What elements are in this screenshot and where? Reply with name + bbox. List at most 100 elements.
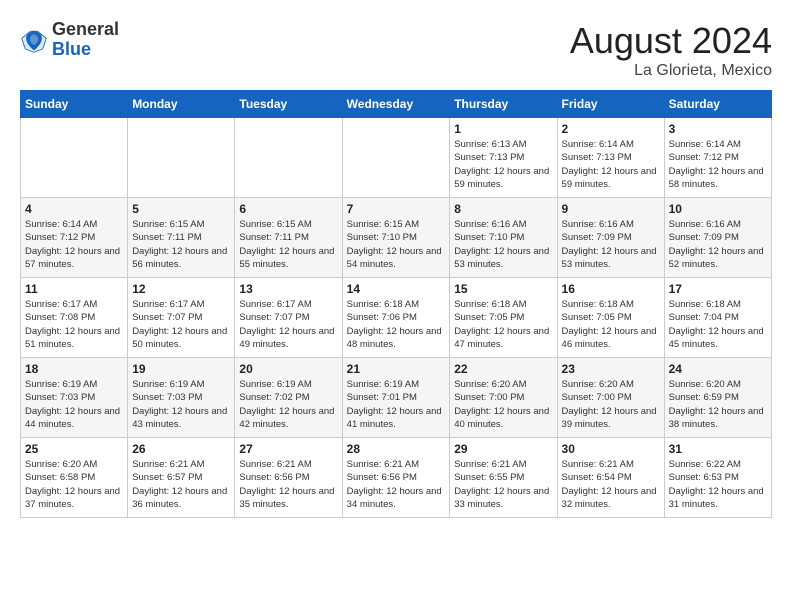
- day-info-5: Sunrise: 6:15 AMSunset: 7:11 PMDaylight:…: [132, 218, 230, 271]
- day-number-13: 13: [239, 282, 337, 296]
- weekday-header-friday: Friday: [557, 91, 664, 118]
- day-number-27: 27: [239, 442, 337, 456]
- day-number-26: 26: [132, 442, 230, 456]
- day-cell-30: 30 Sunrise: 6:21 AMSunset: 6:54 PMDayligh…: [557, 438, 664, 518]
- day-info-30: Sunrise: 6:21 AMSunset: 6:54 PMDaylight:…: [562, 458, 660, 511]
- day-info-25: Sunrise: 6:20 AMSunset: 6:58 PMDaylight:…: [25, 458, 123, 511]
- day-info-1: Sunrise: 6:13 AMSunset: 7:13 PMDaylight:…: [454, 138, 552, 191]
- day-info-2: Sunrise: 6:14 AMSunset: 7:13 PMDaylight:…: [562, 138, 660, 191]
- day-number-4: 4: [25, 202, 123, 216]
- day-number-29: 29: [454, 442, 552, 456]
- weekday-header-tuesday: Tuesday: [235, 91, 342, 118]
- day-cell-2: 2 Sunrise: 6:14 AMSunset: 7:13 PMDaylight…: [557, 118, 664, 198]
- day-info-31: Sunrise: 6:22 AMSunset: 6:53 PMDaylight:…: [669, 458, 767, 511]
- logo-general: General: [52, 19, 119, 39]
- empty-cell: [21, 118, 128, 198]
- day-info-20: Sunrise: 6:19 AMSunset: 7:02 PMDaylight:…: [239, 378, 337, 431]
- day-cell-23: 23 Sunrise: 6:20 AMSunset: 7:00 PMDayligh…: [557, 358, 664, 438]
- month-year-title: August 2024: [570, 20, 772, 62]
- day-info-24: Sunrise: 6:20 AMSunset: 6:59 PMDaylight:…: [669, 378, 767, 431]
- day-number-25: 25: [25, 442, 123, 456]
- week-row-5: 25 Sunrise: 6:20 AMSunset: 6:58 PMDayligh…: [21, 438, 772, 518]
- day-number-20: 20: [239, 362, 337, 376]
- day-cell-8: 8 Sunrise: 6:16 AMSunset: 7:10 PMDaylight…: [450, 198, 557, 278]
- day-cell-16: 16 Sunrise: 6:18 AMSunset: 7:05 PMDayligh…: [557, 278, 664, 358]
- day-cell-19: 19Sunrise: 6:19 AMSunset: 7:03 PMDayligh…: [128, 358, 235, 438]
- day-info-6: Sunrise: 6:15 AMSunset: 7:11 PMDaylight:…: [239, 218, 337, 271]
- day-cell-22: 22Sunrise: 6:20 AMSunset: 7:00 PMDayligh…: [450, 358, 557, 438]
- day-info-10: Sunrise: 6:16 AMSunset: 7:09 PMDaylight:…: [669, 218, 767, 271]
- location-subtitle: La Glorieta, Mexico: [570, 62, 772, 80]
- day-number-15: 15: [454, 282, 552, 296]
- day-cell-11: 11 Sunrise: 6:17 AMSunset: 7:08 PMDayligh…: [21, 278, 128, 358]
- day-info-12: Sunrise: 6:17 AMSunset: 7:07 PMDaylight:…: [132, 298, 230, 351]
- week-row-1: 1Sunrise: 6:13 AMSunset: 7:13 PMDaylight…: [21, 118, 772, 198]
- day-info-7: Sunrise: 6:15 AMSunset: 7:10 PMDaylight:…: [347, 218, 446, 271]
- day-info-23: Sunrise: 6:20 AMSunset: 7:00 PMDaylight:…: [562, 378, 660, 431]
- day-info-4: Sunrise: 6:14 AMSunset: 7:12 PMDaylight:…: [25, 218, 123, 271]
- day-cell-29: 29Sunrise: 6:21 AMSunset: 6:55 PMDayligh…: [450, 438, 557, 518]
- day-info-13: Sunrise: 6:17 AMSunset: 7:07 PMDaylight:…: [239, 298, 337, 351]
- day-number-2: 2: [562, 122, 660, 136]
- day-cell-5: 5 Sunrise: 6:15 AMSunset: 7:11 PMDaylight…: [128, 198, 235, 278]
- week-row-3: 11 Sunrise: 6:17 AMSunset: 7:08 PMDayligh…: [21, 278, 772, 358]
- day-cell-20: 20 Sunrise: 6:19 AMSunset: 7:02 PMDayligh…: [235, 358, 342, 438]
- day-info-8: Sunrise: 6:16 AMSunset: 7:10 PMDaylight:…: [454, 218, 552, 271]
- calendar-table: SundayMondayTuesdayWednesdayThursdayFrid…: [20, 90, 772, 518]
- day-cell-1: 1Sunrise: 6:13 AMSunset: 7:13 PMDaylight…: [450, 118, 557, 198]
- day-cell-15: 15 Sunrise: 6:18 AMSunset: 7:05 PMDayligh…: [450, 278, 557, 358]
- day-info-26: Sunrise: 6:21 AMSunset: 6:57 PMDaylight:…: [132, 458, 230, 511]
- day-cell-28: 28 Sunrise: 6:21 AMSunset: 6:56 PMDayligh…: [342, 438, 450, 518]
- day-cell-12: 12 Sunrise: 6:17 AMSunset: 7:07 PMDayligh…: [128, 278, 235, 358]
- day-info-17: Sunrise: 6:18 AMSunset: 7:04 PMDaylight:…: [669, 298, 767, 351]
- day-cell-13: 13 Sunrise: 6:17 AMSunset: 7:07 PMDayligh…: [235, 278, 342, 358]
- weekday-header-monday: Monday: [128, 91, 235, 118]
- day-number-10: 10: [669, 202, 767, 216]
- day-number-6: 6: [239, 202, 337, 216]
- day-cell-7: 7 Sunrise: 6:15 AMSunset: 7:10 PMDaylight…: [342, 198, 450, 278]
- day-number-23: 23: [562, 362, 660, 376]
- page-header: General Blue August 2024 La Glorieta, Me…: [20, 20, 772, 80]
- logo-blue-text: Blue: [52, 39, 91, 59]
- day-cell-31: 31 Sunrise: 6:22 AMSunset: 6:53 PMDayligh…: [664, 438, 771, 518]
- day-number-18: 18: [25, 362, 123, 376]
- day-cell-3: 3 Sunrise: 6:14 AMSunset: 7:12 PMDaylight…: [664, 118, 771, 198]
- day-cell-4: 4 Sunrise: 6:14 AMSunset: 7:12 PMDaylight…: [21, 198, 128, 278]
- day-number-7: 7: [347, 202, 446, 216]
- day-number-31: 31: [669, 442, 767, 456]
- day-info-18: Sunrise: 6:19 AMSunset: 7:03 PMDaylight:…: [25, 378, 123, 431]
- day-number-3: 3: [669, 122, 767, 136]
- day-info-27: Sunrise: 6:21 AMSunset: 6:56 PMDaylight:…: [239, 458, 337, 511]
- weekday-header-sunday: Sunday: [21, 91, 128, 118]
- day-info-3: Sunrise: 6:14 AMSunset: 7:12 PMDaylight:…: [669, 138, 767, 191]
- day-cell-10: 10 Sunrise: 6:16 AMSunset: 7:09 PMDayligh…: [664, 198, 771, 278]
- day-info-15: Sunrise: 6:18 AMSunset: 7:05 PMDaylight:…: [454, 298, 552, 351]
- weekday-header-thursday: Thursday: [450, 91, 557, 118]
- title-block: August 2024 La Glorieta, Mexico: [570, 20, 772, 80]
- day-number-30: 30: [562, 442, 660, 456]
- day-info-14: Sunrise: 6:18 AMSunset: 7:06 PMDaylight:…: [347, 298, 446, 351]
- logo-text: General Blue: [52, 20, 119, 60]
- logo: General Blue: [20, 20, 119, 60]
- day-number-8: 8: [454, 202, 552, 216]
- day-info-11: Sunrise: 6:17 AMSunset: 7:08 PMDaylight:…: [25, 298, 123, 351]
- day-number-17: 17: [669, 282, 767, 296]
- weekday-header-wednesday: Wednesday: [342, 91, 450, 118]
- day-info-16: Sunrise: 6:18 AMSunset: 7:05 PMDaylight:…: [562, 298, 660, 351]
- day-info-21: Sunrise: 6:19 AMSunset: 7:01 PMDaylight:…: [347, 378, 446, 431]
- day-info-22: Sunrise: 6:20 AMSunset: 7:00 PMDaylight:…: [454, 378, 552, 431]
- day-cell-25: 25 Sunrise: 6:20 AMSunset: 6:58 PMDayligh…: [21, 438, 128, 518]
- day-number-12: 12: [132, 282, 230, 296]
- day-number-28: 28: [347, 442, 446, 456]
- day-number-14: 14: [347, 282, 446, 296]
- day-number-16: 16: [562, 282, 660, 296]
- day-cell-27: 27 Sunrise: 6:21 AMSunset: 6:56 PMDayligh…: [235, 438, 342, 518]
- day-number-9: 9: [562, 202, 660, 216]
- day-number-5: 5: [132, 202, 230, 216]
- day-info-9: Sunrise: 6:16 AMSunset: 7:09 PMDaylight:…: [562, 218, 660, 271]
- day-cell-14: 14 Sunrise: 6:18 AMSunset: 7:06 PMDayligh…: [342, 278, 450, 358]
- day-number-11: 11: [25, 282, 123, 296]
- week-row-2: 4 Sunrise: 6:14 AMSunset: 7:12 PMDaylight…: [21, 198, 772, 278]
- day-info-28: Sunrise: 6:21 AMSunset: 6:56 PMDaylight:…: [347, 458, 446, 511]
- day-cell-17: 17 Sunrise: 6:18 AMSunset: 7:04 PMDayligh…: [664, 278, 771, 358]
